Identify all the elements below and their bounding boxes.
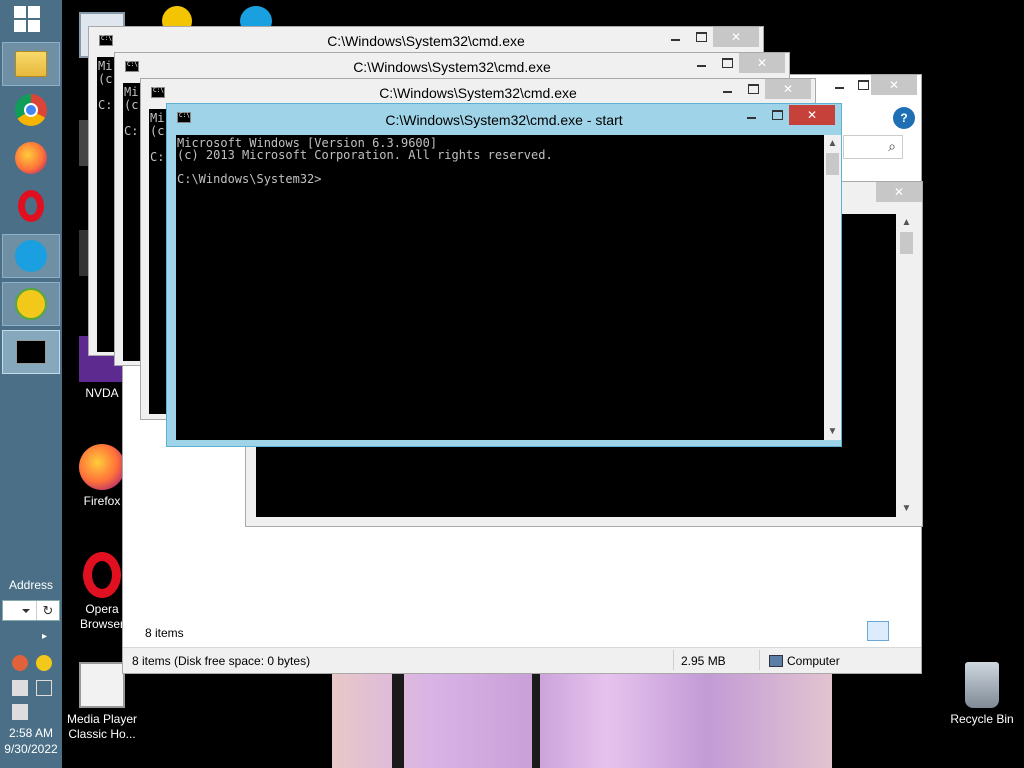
taskbar: Address ↻ ▸ 2:58 AM 9/30/2022	[0, 0, 62, 768]
cmd-window-2-maximize-button[interactable]	[713, 53, 741, 73]
opera-icon	[18, 190, 44, 222]
status-location: Computer	[787, 654, 840, 668]
refresh-icon[interactable]: ↻	[37, 603, 59, 619]
cmd-inner-scrollbar[interactable]: ▲ ▼	[898, 214, 915, 517]
console-text: Mi (c C:	[150, 111, 165, 164]
close-icon: ✕	[806, 108, 818, 122]
console-prompt: C:\Windows\System32>	[177, 172, 322, 186]
search-icon: ⌕	[888, 138, 896, 154]
scroll-down-icon[interactable]: ▼	[898, 500, 915, 517]
desktop-icon-recycle-bin[interactable]: Recycle Bin	[942, 662, 1022, 727]
skype-icon	[15, 240, 47, 272]
taskbar-command-prompt[interactable]	[2, 330, 60, 374]
close-icon: ✕	[756, 56, 768, 70]
recycle-bin-icon	[965, 662, 999, 708]
cmd-window-3-minimize-button[interactable]	[713, 79, 741, 99]
scroll-down-icon[interactable]: ▼	[824, 423, 841, 440]
tray-expand-icon[interactable]: ▸	[42, 631, 47, 642]
active-maximize-button[interactable]	[763, 105, 791, 125]
taskbar-add-app[interactable]	[2, 282, 60, 326]
scroll-thumb[interactable]	[900, 232, 913, 254]
close-icon: ✕	[888, 78, 900, 92]
close-icon: ✕	[893, 185, 905, 199]
details-view-icon[interactable]	[867, 621, 889, 641]
clock-date: 9/30/2022	[4, 742, 58, 756]
desktop-icon-media-player[interactable]: Media Player Classic Ho...	[62, 662, 142, 742]
folder-icon	[15, 51, 47, 77]
active-scrollbar[interactable]: ▲ ▼	[824, 135, 841, 440]
address-bar[interactable]: ↻	[2, 600, 60, 621]
cmd-window-active[interactable]: C:\Windows\System32\cmd.exe - start ✕ Mi…	[166, 103, 842, 447]
search-input[interactable]: ⌕	[843, 135, 903, 159]
explorer-close-button[interactable]: ✕	[871, 75, 917, 95]
status-separator	[759, 650, 760, 670]
address-dropdown[interactable]	[3, 601, 37, 620]
cmd-icon	[16, 340, 46, 364]
tray-app-icon[interactable]	[12, 655, 28, 671]
active-minimize-button[interactable]	[737, 105, 765, 125]
firefox-icon	[15, 142, 47, 174]
cmd-inner-close-button[interactable]: ✕	[876, 182, 922, 202]
help-icon[interactable]: ?	[893, 107, 915, 129]
scroll-thumb[interactable]	[826, 153, 839, 175]
close-icon: ✕	[782, 82, 794, 96]
cmd-window-1-close-button[interactable]: ✕	[713, 27, 759, 47]
clock[interactable]: 2:58 AM 9/30/2022	[0, 725, 62, 757]
cmd-window-1-minimize-button[interactable]	[661, 27, 689, 47]
taskbar-firefox[interactable]	[2, 136, 60, 180]
chrome-icon	[15, 94, 47, 126]
taskbar-opera[interactable]	[2, 184, 60, 228]
cmd-window-2-minimize-button[interactable]	[687, 53, 715, 73]
console-text: Mi (c C:	[124, 85, 139, 138]
network-icon[interactable]	[36, 680, 52, 696]
taskbar-file-explorer[interactable]	[2, 42, 60, 86]
opera-icon	[83, 552, 121, 598]
media-player-icon	[79, 662, 125, 708]
taskbar-skype[interactable]	[2, 234, 60, 278]
cmd-window-2-close-button[interactable]: ✕	[739, 53, 785, 73]
scroll-up-icon[interactable]: ▲	[898, 214, 915, 231]
firefox-icon	[79, 444, 125, 490]
cmd-window-1-maximize-button[interactable]	[687, 27, 715, 47]
desktop-icon-label: Media Player Classic Ho...	[66, 712, 138, 741]
cmd-window-3-close-button[interactable]: ✕	[765, 79, 811, 99]
tiles-view-icon[interactable]	[891, 621, 913, 641]
cmd-window-3-maximize-button[interactable]	[739, 79, 767, 99]
active-console[interactable]: Microsoft Windows [Version 6.3.9600] (c) …	[176, 135, 824, 440]
console-text: Mi (c C:	[98, 59, 113, 112]
clock-time: 2:58 AM	[8, 726, 54, 740]
action-center-icon[interactable]	[12, 704, 28, 720]
tray-app-icon[interactable]	[36, 655, 52, 671]
scroll-up-icon[interactable]: ▲	[824, 135, 841, 152]
taskbar-chrome[interactable]	[2, 88, 60, 132]
status-size: 2.95 MB	[681, 654, 726, 668]
start-button[interactable]	[14, 6, 46, 36]
active-close-button[interactable]: ✕	[789, 105, 835, 125]
desktop-icon-label: Recycle Bin	[950, 712, 1014, 726]
explorer-item-count: 8 items	[145, 626, 184, 640]
console-line: (c) 2013 Microsoft Corporation. All righ…	[177, 148, 553, 162]
windows-logo-icon	[14, 6, 26, 18]
console-text: Microsoft Windows [Version 6.3.9600] (c) …	[177, 137, 553, 185]
volume-muted-icon[interactable]	[12, 680, 28, 696]
close-icon: ✕	[730, 30, 742, 44]
status-items: 8 items (Disk free space: 0 bytes)	[132, 654, 311, 668]
address-label: Address	[8, 578, 54, 592]
plus-icon	[15, 288, 47, 320]
help-glyph: ?	[900, 111, 908, 125]
computer-small-icon	[769, 655, 783, 667]
explorer-statusbar: 8 items (Disk free space: 0 bytes) 2.95 …	[123, 647, 921, 673]
status-separator	[673, 650, 674, 670]
